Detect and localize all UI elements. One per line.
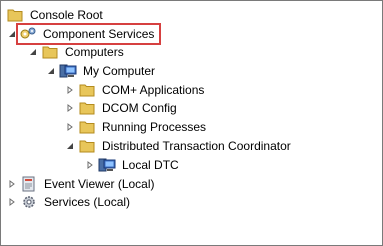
services-gear-icon — [20, 194, 38, 210]
tree-item-running-processes[interactable]: Running Processes — [65, 118, 208, 136]
tree-item-label: COM+ Applications — [102, 83, 205, 97]
expand-arrow-icon[interactable] — [65, 122, 75, 132]
collapse-arrow-icon[interactable] — [65, 141, 75, 151]
tree-item-label: DCOM Config — [102, 101, 177, 115]
folder-icon — [78, 100, 96, 116]
folder-icon — [6, 7, 24, 23]
tree-item-label: Services (Local) — [44, 195, 131, 209]
gear-cog-icon — [19, 26, 37, 42]
tree-item-computers[interactable]: Computers — [28, 43, 126, 61]
tree-item-dtc[interactable]: Distributed Transaction Coordinator — [65, 137, 293, 155]
tree-item-my-computer[interactable]: My Computer — [46, 62, 157, 80]
expand-arrow-icon[interactable] — [7, 197, 17, 207]
dtc-monitor-icon — [98, 157, 116, 173]
tree-item-label: Running Processes — [102, 120, 207, 134]
tree-item-dcom-config[interactable]: DCOM Config — [65, 99, 179, 117]
expand-arrow-icon[interactable] — [85, 160, 95, 170]
tree-item-label: Console Root — [30, 8, 103, 22]
folder-icon — [78, 82, 96, 98]
tree-item-event-viewer[interactable]: Event Viewer (Local) — [7, 175, 157, 193]
expand-arrow-icon[interactable] — [65, 85, 75, 95]
console-tree-panel: Console Root Component Services Computer… — [0, 0, 383, 246]
tree-item-component-services[interactable]: Component Services — [7, 23, 162, 45]
tree-item-label: Local DTC — [122, 158, 179, 172]
folder-icon — [41, 44, 59, 60]
computer-monitor-icon — [59, 63, 77, 79]
tree-item-label: Component Services — [43, 27, 155, 41]
tree-item-console-root[interactable]: Console Root — [6, 6, 105, 24]
tree-item-label: Computers — [65, 45, 124, 59]
collapse-arrow-icon[interactable] — [46, 66, 56, 76]
tree-item-label: Event Viewer (Local) — [44, 177, 155, 191]
tree-item-com-applications[interactable]: COM+ Applications — [65, 81, 206, 99]
expand-arrow-icon[interactable] — [7, 179, 17, 189]
tree-item-label: Distributed Transaction Coordinator — [102, 139, 291, 153]
selection-highlight: Component Services — [16, 23, 162, 45]
tree-item-label: My Computer — [83, 64, 156, 78]
tree-item-local-dtc[interactable]: Local DTC — [85, 156, 181, 174]
expand-arrow-icon[interactable] — [65, 103, 75, 113]
collapse-arrow-icon[interactable] — [28, 47, 38, 57]
folder-icon — [78, 138, 96, 154]
tree-item-services[interactable]: Services (Local) — [7, 193, 132, 211]
event-log-icon — [20, 176, 38, 192]
folder-icon — [78, 119, 96, 135]
